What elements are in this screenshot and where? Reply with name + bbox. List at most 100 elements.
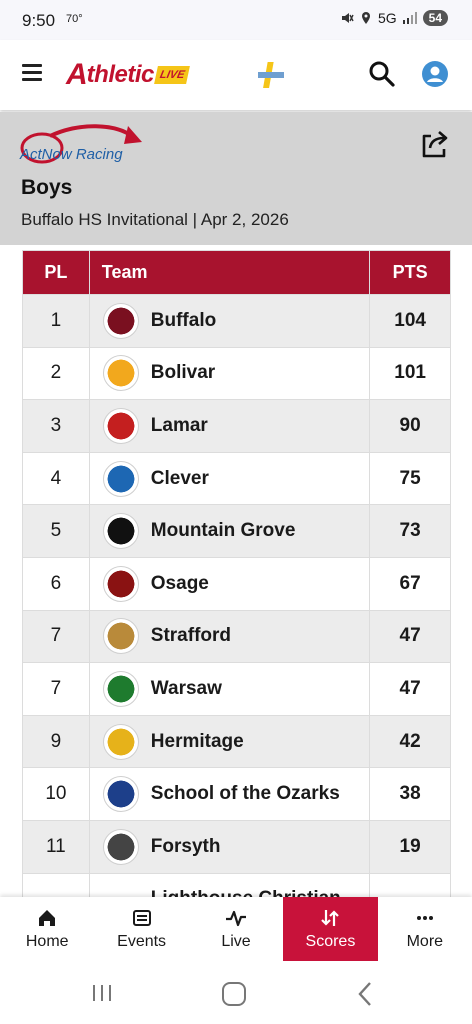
- points-cell: 67: [369, 556, 451, 611]
- team-cell[interactable]: Warsaw: [88, 662, 371, 716]
- points-cell: 47: [369, 662, 451, 716]
- team-cell-content: Osage: [90, 565, 369, 602]
- search-icon[interactable]: [368, 60, 396, 88]
- logo-text: thletic: [86, 61, 155, 88]
- table-row[interactable]: 4 Clever 75: [22, 451, 451, 506]
- table-row[interactable]: 1 Buffalo 104: [22, 294, 451, 348]
- share-icon[interactable]: [418, 128, 450, 160]
- back-icon[interactable]: [356, 981, 374, 1007]
- pulse-icon: [226, 910, 247, 927]
- header-points[interactable]: PTS: [369, 250, 451, 295]
- logo-initial: A: [66, 58, 88, 91]
- home-icon: [39, 910, 56, 926]
- system-nav-bar: [0, 961, 472, 1024]
- place-cell: 9: [22, 714, 90, 769]
- nav-scores-label: Scores: [305, 933, 356, 950]
- points-cell: 90: [369, 399, 451, 453]
- nav-home-label: Home: [25, 933, 69, 950]
- nav-events[interactable]: Events: [94, 897, 188, 961]
- bottom-nav: Home Events Live Scores More: [0, 897, 472, 961]
- home-button-icon[interactable]: [222, 982, 246, 1006]
- list-icon: [132, 910, 151, 926]
- team-cell[interactable]: Strafford: [88, 609, 371, 664]
- place-cell: 6: [22, 556, 90, 611]
- header-team[interactable]: Team: [88, 250, 371, 295]
- table-row[interactable]: 2 Bolivar 101: [22, 346, 451, 401]
- table-row[interactable]: 7 Warsaw 47: [22, 662, 451, 716]
- table-row[interactable]: 5 Mountain Grove 73: [22, 504, 451, 558]
- team-cell[interactable]: Clever: [88, 451, 371, 506]
- signal-icon: [402, 12, 417, 24]
- recents-icon[interactable]: [91, 983, 113, 1003]
- app-header: Athletic LIVE: [0, 40, 472, 110]
- sponsor-name: ActNow Racing: [20, 146, 123, 163]
- team-cell-content: Clever: [90, 460, 369, 497]
- team-cell-content: Lamar: [90, 407, 369, 444]
- battery-indicator: 54: [422, 10, 448, 26]
- nav-home[interactable]: Home: [0, 897, 94, 961]
- team-cell-content: School of the Ozarks: [90, 776, 369, 813]
- points-cell: 42: [369, 714, 451, 769]
- team-cell-content: Forsyth: [90, 828, 369, 865]
- place-cell: 1: [22, 294, 90, 348]
- team-name: Osage: [150, 572, 209, 594]
- team-logo-icon: [102, 302, 139, 339]
- team-cell[interactable]: Bolivar: [88, 346, 371, 401]
- nav-events-label: Events: [117, 933, 167, 950]
- nav-scores[interactable]: Scores: [283, 897, 378, 961]
- header-place[interactable]: PL: [22, 250, 90, 295]
- nav-live[interactable]: Live: [189, 897, 283, 961]
- status-icons: 5G 54: [340, 10, 448, 26]
- more-icon: [416, 916, 433, 920]
- logo-badge: LIVE: [153, 66, 191, 84]
- table-row[interactable]: 9 Hermitage 42: [22, 714, 451, 769]
- team-logo-icon: [102, 828, 139, 865]
- status-temperature: 70°: [66, 13, 83, 25]
- plus-logo-icon[interactable]: [256, 60, 286, 90]
- place-cell: 5: [22, 504, 90, 558]
- menu-icon[interactable]: [22, 64, 42, 82]
- points-cell: 101: [369, 346, 451, 401]
- team-cell-content: Strafford: [90, 618, 369, 655]
- table-row[interactable]: 6 Osage 67: [22, 556, 451, 611]
- nav-more[interactable]: More: [378, 897, 472, 961]
- team-cell[interactable]: Forsyth: [88, 819, 371, 874]
- team-logo-icon: [102, 513, 139, 550]
- table-row[interactable]: 10 School of the Ozarks 38: [22, 767, 451, 821]
- team-cell[interactable]: Osage: [88, 556, 371, 611]
- team-name: School of the Ozarks: [150, 783, 340, 805]
- points-cell: 104: [369, 294, 451, 348]
- place-cell: 10: [22, 767, 90, 821]
- team-cell[interactable]: School of the Ozarks: [88, 767, 371, 821]
- team-logo-icon: [102, 460, 139, 497]
- team-logo-icon: [102, 670, 139, 707]
- team-cell-content: Hermitage: [90, 723, 369, 760]
- table-body: 1 Buffalo 104 2 Bolivar 101 3 Lamar 90 4 Clever 75 5…: [22, 294, 451, 927]
- team-cell[interactable]: Hermitage: [88, 714, 371, 769]
- team-cell-content: Bolivar: [90, 355, 369, 392]
- nav-more-label: More: [406, 933, 444, 950]
- network-label: 5G: [377, 10, 397, 26]
- points-cell: 19: [369, 819, 451, 874]
- team-logo-icon: [102, 355, 139, 392]
- athletic-live-logo[interactable]: Athletic LIVE: [66, 58, 191, 92]
- meet-subtitle: Buffalo HS Invitational | Apr 2, 2026: [21, 210, 289, 229]
- team-logo-icon: [102, 565, 139, 602]
- team-logo-icon: [102, 776, 139, 813]
- place-cell: 2: [22, 346, 90, 401]
- account-icon[interactable]: [421, 60, 449, 88]
- team-name: Warsaw: [150, 677, 222, 699]
- table-row[interactable]: 3 Lamar 90: [22, 399, 451, 453]
- points-cell: 75: [369, 451, 451, 506]
- table-row[interactable]: 11 Forsyth 19: [22, 819, 451, 874]
- team-name: Forsyth: [150, 835, 221, 857]
- table-row[interactable]: 7 Strafford 47: [22, 609, 451, 664]
- team-cell[interactable]: Mountain Grove: [88, 504, 371, 558]
- points-cell: 38: [369, 767, 451, 821]
- meet-banner: ActNow Racing Boys Buffalo HS Invitation…: [0, 112, 472, 245]
- team-cell[interactable]: Lamar: [88, 399, 371, 453]
- location-icon: [361, 12, 370, 24]
- status-time: 9:50: [22, 11, 56, 30]
- team-logo-icon: [102, 723, 139, 760]
- team-cell[interactable]: Buffalo: [88, 294, 371, 348]
